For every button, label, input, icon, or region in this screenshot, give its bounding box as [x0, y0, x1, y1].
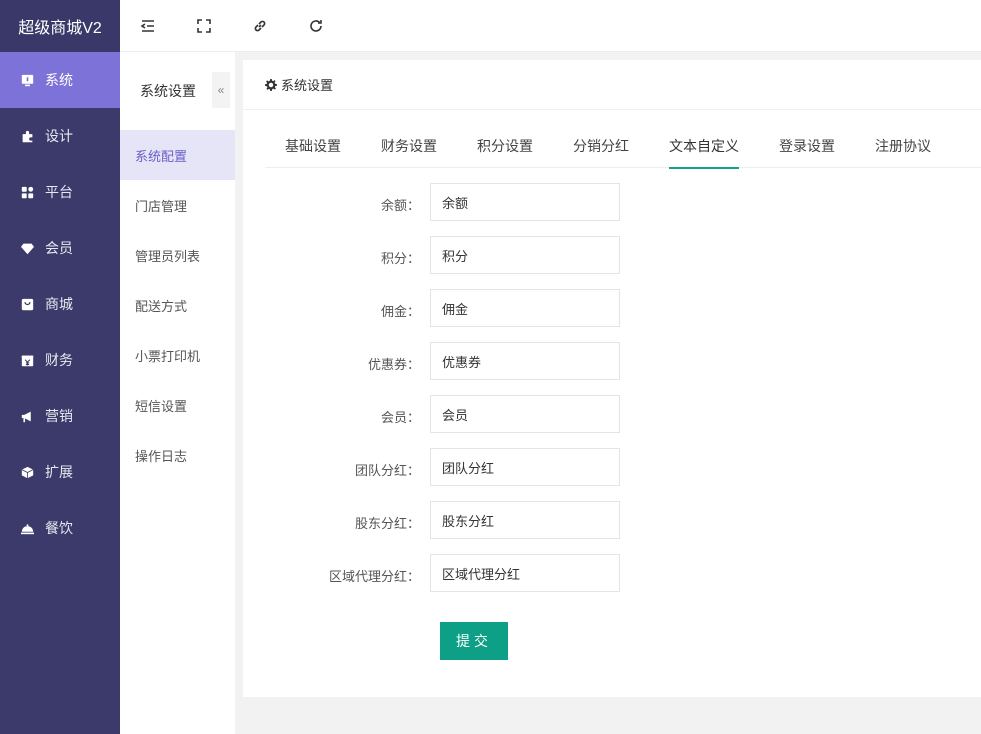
form-row: 团队分红： — [243, 448, 981, 501]
tab-login-settings[interactable]: 登录设置 — [759, 124, 855, 168]
gear-icon — [265, 78, 277, 91]
tab-custom-text[interactable]: 文本自定义 — [649, 124, 759, 169]
subnav-item-store-management[interactable]: 门店管理 — [120, 180, 235, 230]
sidebar-item-label: 餐饮 — [45, 520, 73, 536]
grid-icon — [20, 185, 34, 199]
form-row: 会员： — [243, 395, 981, 448]
tab-basic-settings[interactable]: 基础设置 — [265, 124, 361, 168]
subnav-header: 系统设置 « — [120, 52, 235, 130]
sidebar-item-finance[interactable]: 财务 — [0, 332, 120, 388]
subnav-item-delivery-methods[interactable]: 配送方式 — [120, 280, 235, 330]
main-sidebar: 超级商城V2 系统 设计 平台 会员 商城 财务 营销 扩展 餐饮 — [0, 0, 120, 734]
sidebar-item-label: 营销 — [45, 408, 73, 424]
refresh-icon — [310, 19, 322, 32]
sidebar-item-label: 平台 — [45, 184, 73, 200]
top-toolbar — [120, 0, 981, 52]
megaphone-icon — [20, 409, 34, 423]
regional-agent-dividend-label: 区域代理分红： — [328, 569, 420, 584]
sidebar-item-label: 商城 — [45, 296, 73, 312]
subnav-item-receipt-printer[interactable]: 小票打印机 — [120, 330, 235, 380]
sidebar-item-label: 会员 — [45, 240, 73, 256]
sidebar-item-platform[interactable]: 平台 — [0, 164, 120, 220]
sidebar-item-extension[interactable]: 扩展 — [0, 444, 120, 500]
sidebar-item-label: 扩展 — [45, 464, 73, 480]
tab-finance-settings[interactable]: 财务设置 — [361, 124, 457, 168]
submit-button[interactable]: 提交 — [440, 622, 508, 660]
tab-registration-agreement[interactable]: 注册协议 — [855, 124, 951, 168]
link-icon — [254, 20, 266, 31]
cube-icon — [20, 465, 34, 479]
tab-distribution-dividend[interactable]: 分销分红 — [553, 124, 649, 168]
member-field[interactable] — [430, 395, 620, 433]
subnav-item-system-config[interactable]: 系统配置 — [120, 130, 235, 180]
balance-label: 余额： — [380, 198, 420, 213]
brand-logo: 超级商城V2 — [0, 0, 120, 52]
sidebar-item-member[interactable]: 会员 — [0, 220, 120, 276]
points-label: 积分： — [380, 251, 420, 266]
diamond-icon — [20, 241, 34, 255]
sidebar-item-design[interactable]: 设计 — [0, 108, 120, 164]
dish-icon — [20, 521, 34, 535]
form-row: 区域代理分红： — [243, 554, 981, 607]
link-button[interactable] — [232, 0, 288, 52]
subnav-title: 系统设置 — [140, 83, 196, 99]
shopping-bag-icon — [20, 297, 34, 311]
toggle-sidebar-button[interactable] — [120, 0, 176, 52]
settings-tabs: 基础设置 财务设置 积分设置 分销分红 文本自定义 登录设置 注册协议 — [265, 124, 981, 169]
sidebar-item-marketing[interactable]: 营销 — [0, 388, 120, 444]
fullscreen-button[interactable] — [176, 0, 232, 52]
sidebar-item-label: 设计 — [45, 128, 73, 144]
puzzle-icon — [20, 129, 34, 143]
monitor-icon — [20, 73, 34, 87]
card-title: 系统设置 — [281, 78, 334, 93]
yen-icon — [20, 353, 34, 367]
sidebar-item-mall[interactable]: 商城 — [0, 276, 120, 332]
sidebar-item-catering[interactable]: 餐饮 — [0, 500, 120, 556]
subnav-item-operation-log[interactable]: 操作日志 — [120, 430, 235, 480]
refresh-button[interactable] — [288, 0, 344, 52]
coupon-label: 优惠券： — [367, 357, 420, 372]
custom-text-form: 余额： 积分： 佣金： 优惠券： 会员： 团队分红： 股东分红： 区域代理分红 — [243, 183, 981, 607]
balance-field[interactable] — [430, 183, 620, 221]
sidebar-item-label: 财务 — [45, 352, 73, 368]
tab-points-settings[interactable]: 积分设置 — [457, 124, 553, 168]
member-label: 会员： — [380, 410, 420, 425]
sidebar-item-label: 系统 — [45, 72, 73, 88]
form-row: 优惠券： — [243, 342, 981, 395]
shareholder-dividend-field[interactable] — [430, 501, 620, 539]
points-field[interactable] — [430, 236, 620, 274]
team-dividend-label: 团队分红： — [354, 463, 420, 478]
form-row: 积分： — [243, 236, 981, 289]
sidebar-item-system[interactable]: 系统 — [0, 52, 120, 108]
form-row: 股东分红： — [243, 501, 981, 554]
subnav-item-sms-settings[interactable]: 短信设置 — [120, 380, 235, 430]
form-row: 余额： — [243, 183, 981, 236]
commission-label: 佣金： — [380, 304, 420, 319]
coupon-field[interactable] — [430, 342, 620, 380]
team-dividend-field[interactable] — [430, 448, 620, 486]
card-header: 系统设置 — [243, 60, 981, 110]
commission-field[interactable] — [430, 289, 620, 327]
settings-card: 系统设置 基础设置 财务设置 积分设置 分销分红 文本自定义 登录设置 注册协议… — [243, 60, 981, 697]
secondary-sidebar: 系统设置 « 系统配置 门店管理 管理员列表 配送方式 小票打印机 短信设置 操… — [120, 52, 235, 734]
subnav-item-admin-list[interactable]: 管理员列表 — [120, 230, 235, 280]
shareholder-dividend-label: 股东分红： — [354, 516, 420, 531]
form-row: 佣金： — [243, 289, 981, 342]
indent-icon — [140, 19, 154, 32]
collapse-button[interactable]: « — [212, 72, 230, 108]
fullscreen-icon — [197, 18, 211, 33]
regional-agent-dividend-field[interactable] — [430, 554, 620, 592]
